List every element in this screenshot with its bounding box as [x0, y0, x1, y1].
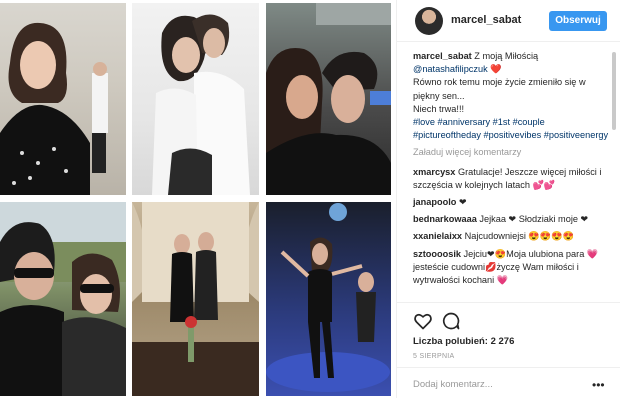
caption: marcel_sabat Z moją Miłością @natashafil… [413, 50, 611, 142]
add-comment-bar: Dodaj komentarz... ••• [397, 367, 620, 398]
likes-count[interactable]: Liczba polubień: 2 276 [413, 336, 514, 347]
comment-item: xxanielaixx Najcudowniejsi 😍😍😍😍 [413, 230, 611, 243]
caption-heart: ❤️ [487, 64, 502, 75]
post-date: 5 SIERPNIA [413, 353, 455, 360]
post-header: marcel_sabat Obserwuj [397, 0, 620, 42]
comments-section: marcel_sabat Z moją Miłością @natashafil… [397, 50, 611, 302]
photo-2[interactable] [132, 3, 259, 195]
comment-item: bednarkowaaa Jejkaa ❤ Słodziaki moje ❤ [413, 213, 611, 226]
comment-username[interactable]: xmarcysx [413, 167, 455, 177]
comment-item: xmarcysx Gratulacje! Jeszcze więcej miło… [413, 166, 611, 192]
photo-5[interactable] [132, 202, 259, 396]
speech-bubble-icon[interactable] [441, 311, 461, 331]
caption-username[interactable]: marcel_sabat [413, 51, 472, 61]
post-actions: Liczba polubień: 2 276 5 SIERPNIA Dodaj … [397, 302, 620, 398]
add-comment-input[interactable]: Dodaj komentarz... [413, 379, 493, 390]
caption-line3: Niech trwa!!! [413, 103, 465, 114]
load-more-comments[interactable]: Załaduj więcej komentarzy [413, 146, 611, 159]
caption-line1: Z moją Miłością [471, 51, 539, 61]
caption-hashtags[interactable]: #love #anniversary #1st #couple #picture… [413, 117, 608, 140]
comment-username[interactable]: bednarkowaaa [413, 214, 477, 224]
photo-1[interactable] [0, 3, 126, 195]
caption-mention[interactable]: @natashafilipczuk [413, 64, 488, 74]
header-username[interactable]: marcel_sabat [451, 14, 521, 26]
comment-item: janapoolo ❤ [413, 196, 611, 209]
comment-text: Jejkaa ❤ Słodziaki moje ❤ [476, 214, 589, 225]
post-panel: marcel_sabat Obserwuj marcel_sabat Z moj… [396, 0, 620, 398]
comment-username[interactable]: janapoolo [413, 197, 456, 207]
follow-button[interactable]: Obserwuj [549, 11, 607, 31]
avatar[interactable] [415, 7, 443, 35]
photo-4[interactable] [0, 202, 126, 396]
caption-body: Równo rok temu moje życie zmieniło się w… [413, 77, 586, 101]
comments-scrollbar[interactable] [612, 52, 616, 130]
comment-item: sztoooosik Jejciu❤😍Moja ulubiona para 💗j… [413, 248, 611, 288]
photo-6[interactable] [266, 202, 391, 396]
more-options-icon[interactable]: ••• [592, 378, 605, 392]
comment-username[interactable]: xxanielaixx [413, 231, 462, 241]
comment-text: ❤ [456, 197, 467, 208]
photo-3[interactable] [266, 3, 391, 195]
heart-outline-icon[interactable] [413, 311, 433, 331]
comment-username[interactable]: sztoooosik [413, 249, 461, 259]
photo-grid [0, 0, 395, 398]
comment-text: Najcudowniejsi 😍😍😍😍 [462, 231, 575, 242]
